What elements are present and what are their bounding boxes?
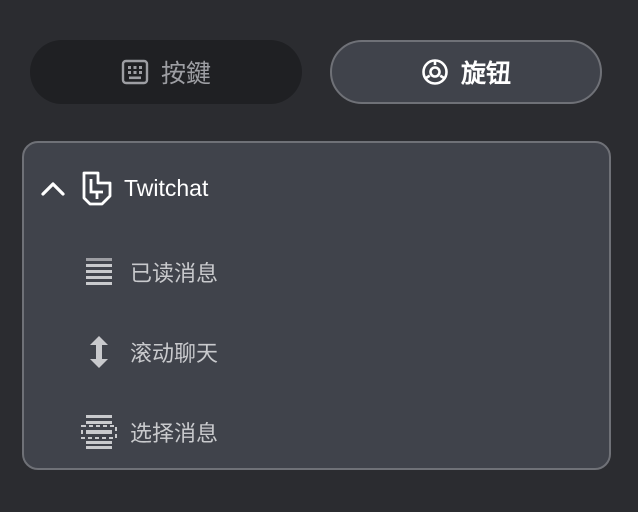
tree-item-label: 滚动聊天: [130, 342, 219, 367]
knob-icon: [421, 58, 449, 86]
scroll-vertical-icon: [80, 333, 118, 371]
select-message-icon: [80, 413, 118, 451]
twitchat-tree-header[interactable]: Twitchat: [38, 165, 208, 211]
actions-tree-panel: Twitchat 已读消息 滚动聊天 选择消息: [22, 141, 611, 470]
tree-item-read-messages[interactable]: 已读消息: [80, 249, 218, 295]
tree-item-scroll-chat[interactable]: 滚动聊天: [80, 329, 218, 375]
knob-tab-label: 旋钮: [460, 59, 511, 88]
keys-tab[interactable]: 按鍵: [30, 40, 302, 104]
tree-item-select-message[interactable]: 选择消息: [80, 409, 218, 455]
keyboard-icon: [121, 58, 149, 86]
tree-item-label: 选择消息: [130, 422, 219, 447]
knob-tab[interactable]: 旋钮: [330, 40, 602, 104]
twitchat-logo-icon: [78, 169, 116, 207]
chevron-up-icon[interactable]: [38, 173, 68, 203]
read-messages-icon: [80, 253, 118, 291]
keys-tab-label: 按鍵: [160, 59, 211, 88]
tree-title: Twitchat: [124, 174, 209, 201]
tree-item-label: 已读消息: [130, 262, 219, 287]
